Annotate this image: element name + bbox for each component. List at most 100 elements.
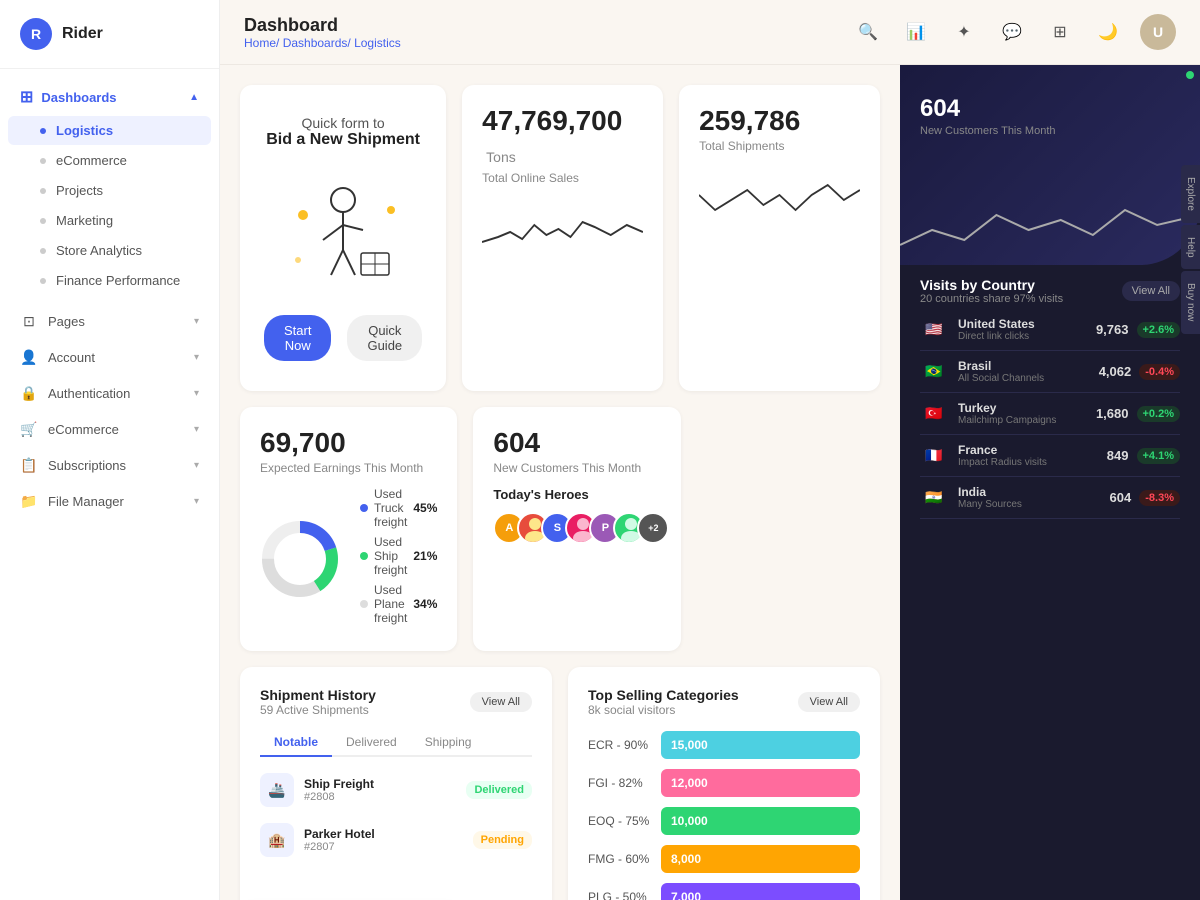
dark-hero-area: 604 New Customers This Month <box>900 65 1200 265</box>
sidebar-item-logistics[interactable]: Logistics <box>8 116 211 145</box>
search-button[interactable]: 🔍 <box>852 16 884 48</box>
ship-freight-status: Delivered <box>466 781 532 799</box>
br-value: 4,062 <box>1099 364 1132 379</box>
chevron-icon: ▾ <box>194 460 199 471</box>
sidebar-item-authentication[interactable]: 🔒 Authentication ▾ <box>0 375 219 411</box>
user-avatar[interactable]: U <box>1140 14 1176 50</box>
total-shipments-value: 259,786 <box>699 105 860 137</box>
visits-view-all-button[interactable]: View All <box>1122 281 1180 301</box>
plane-legend: Used Plane freight 34% <box>360 583 437 625</box>
chevron-icon: ▾ <box>194 424 199 435</box>
plane-dot <box>360 600 368 608</box>
in-info: India Many Sources <box>958 485 1110 510</box>
us-flag: 🇺🇸 <box>920 320 948 340</box>
total-shipments-card: 259,786 Total Shipments <box>679 85 880 391</box>
logo-icon: R <box>20 18 52 50</box>
bar-fmg-label: FMG - 60% <box>588 852 653 866</box>
header: Dashboard Home/ Dashboards/ Logistics 🔍 … <box>220 0 1200 65</box>
sidebar-item-account[interactable]: 👤 Account ▾ <box>0 339 219 375</box>
dot-icon <box>40 248 46 254</box>
chevron-icon: ▾ <box>194 388 199 399</box>
breadcrumb: Home/ Dashboards/ Logistics <box>244 36 401 50</box>
fr-value: 849 <box>1107 448 1129 463</box>
ship-freight-num: #2808 <box>304 791 374 803</box>
br-sub: All Social Channels <box>958 373 1099 384</box>
hero-illustration <box>273 175 413 295</box>
help-tab[interactable]: Help <box>1181 225 1200 270</box>
tab-notable[interactable]: Notable <box>260 729 332 757</box>
sidebar-item-file-manager[interactable]: 📁 File Manager ▾ <box>0 483 219 519</box>
sidebar-item-store-analytics[interactable]: Store Analytics <box>8 236 211 265</box>
fr-name: France <box>958 443 1107 457</box>
bar-plg: 7,000 <box>661 883 860 900</box>
hotel-icon: 🏨 <box>260 823 294 857</box>
sidebar-item-pages[interactable]: ⊡ Pages ▾ <box>0 303 219 339</box>
dot-icon <box>40 278 46 284</box>
chart-button[interactable]: 📊 <box>900 16 932 48</box>
green-status-dot <box>1186 71 1194 79</box>
tab-delivered[interactable]: Delivered <box>332 729 411 755</box>
file-manager-icon: 📁 <box>20 492 38 510</box>
chevron-icon: ▾ <box>194 316 199 327</box>
chevron-up-icon: ▲ <box>189 92 199 103</box>
fr-info: France Impact Radius visits <box>958 443 1107 468</box>
sidebar-item-subscriptions[interactable]: 📋 Subscriptions ▾ <box>0 447 219 483</box>
content-area: Quick form to Bid a New Shipment <box>220 65 1200 900</box>
bottom-grid: Shipment History 59 Active Shipments Vie… <box>240 667 880 900</box>
right-panel-content: 604 New Customers This Month Visits by C… <box>900 65 1200 900</box>
sidebar-item-ecommerce-nav[interactable]: 🛒 eCommerce ▾ <box>0 411 219 447</box>
main-content: Dashboard Home/ Dashboards/ Logistics 🔍 … <box>220 0 1200 900</box>
in-sub: Many Sources <box>958 499 1110 510</box>
chevron-icon: ▾ <box>194 496 199 507</box>
sidebar-section-dashboards[interactable]: ⊞ Dashboards ▲ <box>0 79 219 115</box>
truck-dot <box>360 504 368 512</box>
bar-eoq: 10,000 <box>661 807 860 835</box>
bar-ecr-label: ECR - 90% <box>588 738 653 752</box>
tr-name: Turkey <box>958 401 1096 415</box>
hotel-info: Parker Hotel #2807 <box>304 827 375 853</box>
sidebar-item-finance-performance[interactable]: Finance Performance <box>8 266 211 295</box>
total-sales-label: Total Online Sales <box>482 171 643 185</box>
dark-customers-label: New Customers This Month <box>920 125 1180 137</box>
start-now-button[interactable]: Start Now <box>264 315 331 361</box>
earnings-card: 69,700 Expected Earnings This Month <box>240 407 457 651</box>
explore-tab[interactable]: Explore <box>1181 165 1200 223</box>
hotel-num: #2807 <box>304 841 375 853</box>
visits-header: Visits by Country 20 countries share 97%… <box>920 277 1180 305</box>
country-row-fr: 🇫🇷 France Impact Radius visits 849 +4.1% <box>920 435 1180 477</box>
sidebar-item-projects[interactable]: Projects <box>8 176 211 205</box>
settings-button[interactable]: ✦ <box>948 16 980 48</box>
ship-freight-icon: 🚢 <box>260 773 294 807</box>
top-selling-title: Top Selling Categories <box>588 687 739 703</box>
shipment-view-all-button[interactable]: View All <box>470 692 532 712</box>
shipment-row: 🚢 Ship Freight #2808 Delivered <box>260 765 532 815</box>
sidebar-logo[interactable]: R Rider <box>0 0 219 69</box>
theme-button[interactable]: 🌙 <box>1092 16 1124 48</box>
shipment-title-area: Shipment History 59 Active Shipments <box>260 687 376 717</box>
header-actions: 🔍 📊 ✦ 💬 ⊞ 🌙 U <box>852 14 1176 50</box>
messages-button[interactable]: 💬 <box>996 16 1028 48</box>
subscriptions-icon: 📋 <box>20 456 38 474</box>
hero-card: Quick form to Bid a New Shipment <box>240 85 446 391</box>
bar-row-plg: PLG - 50% 7,000 <box>588 883 860 900</box>
grid-button[interactable]: ⊞ <box>1044 16 1076 48</box>
bar-row-ecr: ECR - 90% 15,000 <box>588 731 860 759</box>
visits-title-area: Visits by Country 20 countries share 97%… <box>920 277 1063 305</box>
sidebar-item-ecommerce[interactable]: eCommerce <box>8 146 211 175</box>
right-panel: 604 New Customers This Month Visits by C… <box>900 65 1200 900</box>
quick-guide-button[interactable]: Quick Guide <box>347 315 422 361</box>
hotel-status: Pending <box>473 831 532 849</box>
total-shipments-label: Total Shipments <box>699 139 860 153</box>
hotel-name: Parker Hotel <box>304 827 375 841</box>
tr-flag: 🇹🇷 <box>920 404 948 424</box>
ship-legend: Used Ship freight 21% <box>360 535 437 577</box>
tab-shipping[interactable]: Shipping <box>411 729 486 755</box>
freight-donut: Used Truck freight 45% Used Ship freight… <box>260 487 437 631</box>
buy-now-tab[interactable]: Buy now <box>1181 271 1200 333</box>
top-selling-view-all-button[interactable]: View All <box>798 692 860 712</box>
country-row-tr: 🇹🇷 Turkey Mailchimp Campaigns 1,680 +0.2… <box>920 393 1180 435</box>
us-info: United States Direct link clicks <box>958 317 1096 342</box>
heroes-section: Today's Heroes A S P <box>493 487 661 544</box>
sidebar-item-marketing[interactable]: Marketing <box>8 206 211 235</box>
visits-subtitle: 20 countries share 97% visits <box>920 293 1063 305</box>
